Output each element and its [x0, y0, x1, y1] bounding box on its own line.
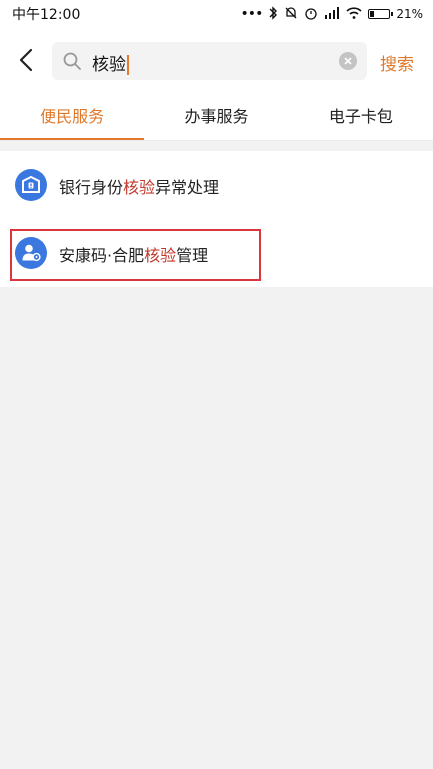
status-bar: 中午12:00 ••• 21% [0, 0, 433, 28]
search-query-text: 核验 [92, 55, 126, 75]
bank-icon [15, 169, 47, 201]
status-icons: ••• 21% [240, 5, 423, 23]
clear-icon[interactable] [339, 52, 357, 70]
result-title: 银行身份核验异常处理 [59, 174, 219, 198]
search-header: 核验 搜索 [0, 28, 433, 90]
cell-signal-icon [324, 6, 340, 22]
tab-e-card-wallet[interactable]: 电子卡包 [289, 90, 433, 140]
alarm-icon [304, 6, 318, 23]
battery-percent: 21% [396, 7, 423, 21]
tab-convenience-services[interactable]: 便民服务 [0, 90, 145, 140]
result-title-prefix: 银行身份 [59, 178, 124, 197]
screen: 中午12:00 ••• 21% 核验 搜索 便民服务 办事服务 电子卡包 银行身… [0, 0, 433, 769]
tabs-divider [0, 140, 433, 141]
battery-fill [370, 11, 375, 17]
result-title-suffix: 异常处理 [155, 178, 220, 197]
search-query: 核验 [92, 50, 129, 75]
result-title-highlight: 核验 [123, 178, 156, 197]
back-arrow-icon [19, 48, 33, 72]
status-time: 中午12:00 [12, 7, 81, 23]
back-button[interactable] [14, 46, 38, 74]
results-list: 银行身份核验异常处理 安康码·合肥核验管理 [0, 151, 433, 287]
wifi-icon [346, 6, 362, 22]
annotation-highlight-box [10, 229, 261, 281]
battery-icon [368, 9, 394, 19]
tab-affairs-services[interactable]: 办事服务 [144, 90, 288, 140]
text-caret [127, 55, 129, 75]
search-button[interactable]: 搜索 [380, 50, 414, 75]
search-input[interactable]: 核验 [52, 42, 367, 80]
category-tabs: 便民服务 办事服务 电子卡包 [0, 90, 433, 140]
bluetooth-icon [268, 5, 278, 23]
mute-bell-icon [284, 6, 298, 23]
list-item[interactable]: 银行身份核验异常处理 [0, 151, 433, 219]
more-dots-icon: ••• [240, 6, 264, 22]
search-icon [63, 52, 81, 70]
